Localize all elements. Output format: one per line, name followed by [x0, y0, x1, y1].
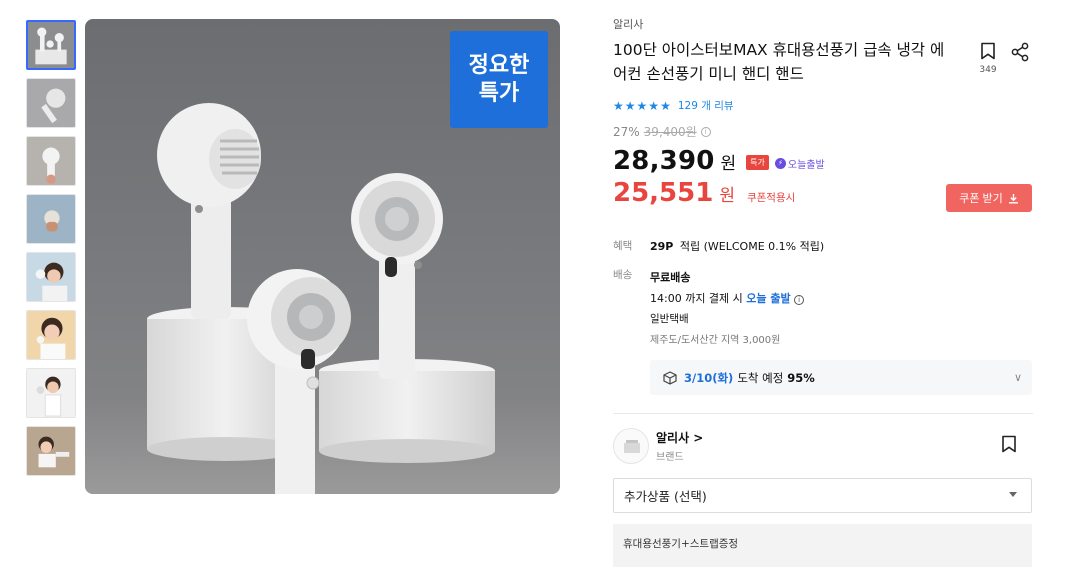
deadline-prefix: 14:00 까지 결제 시: [650, 292, 743, 305]
thumbnail-6[interactable]: [26, 310, 76, 360]
title-row: 100단 아이스터보MAX 휴대용선풍기 급속 냉각 에어컨 손선풍기 미니 핸…: [613, 38, 1033, 86]
bookmark-icon: [1002, 435, 1016, 453]
get-coupon-label: 쿠폰 받기: [959, 193, 1003, 205]
star-icon: ★: [636, 98, 648, 113]
promo-badge: 정요한 특가: [450, 31, 548, 128]
thumbnail-2[interactable]: [26, 78, 76, 128]
benefit-text: 적립 (WELCOME 0.1% 적립): [679, 240, 825, 253]
thumbnail-8[interactable]: [26, 426, 76, 476]
wishlist-count: 349: [979, 65, 997, 75]
share-icon: [1011, 42, 1029, 62]
benefit-points: 29P: [650, 240, 674, 253]
get-coupon-button[interactable]: 쿠폰 받기: [946, 184, 1032, 212]
delivery-row: 배송 무료배송 14:00 까지 결제 시 오늘 출발 i 일반택배 제주도/도…: [613, 267, 805, 351]
delivery-extra-fee: 제주도/도서산간 지역 3,000원: [650, 335, 781, 346]
thumbnail-3[interactable]: [26, 136, 76, 186]
delivery-method: 일반택배: [650, 313, 689, 325]
wishlist-button[interactable]: 349: [977, 42, 999, 75]
star-icon: ★: [648, 98, 660, 113]
coupon-price: 25,551: [613, 178, 714, 208]
seller-row[interactable]: 알리사 > 브랜드: [613, 426, 1033, 466]
option-item[interactable]: 휴대용선풍기+스트랩증정: [613, 524, 1032, 567]
seller-logo: [613, 428, 649, 464]
share-button[interactable]: [1010, 42, 1030, 66]
download-icon: [1008, 193, 1018, 203]
arrival-percent: 95%: [787, 370, 815, 385]
arrival-date: 3/10(화): [684, 370, 734, 385]
thumbnail-1[interactable]: [26, 20, 76, 70]
add-option-select[interactable]: 추가상품 (선택): [613, 478, 1032, 513]
product-info-panel: 알리사 100단 아이스터보MAX 휴대용선풍기 급속 냉각 에어컨 손선풍기 …: [613, 16, 1033, 567]
add-option-placeholder: 추가상품 (선택): [624, 489, 707, 504]
arrival-estimate[interactable]: 3/10(화) 도착 예정 95% ∨: [650, 360, 1032, 395]
bookmark-icon: [981, 42, 995, 60]
lightning-icon: ⚡: [774, 158, 786, 169]
today-ship-label: 오늘출발: [787, 160, 825, 171]
benefit-row: 혜택 29P 적립 (WELCOME 0.1% 적립): [613, 238, 824, 254]
thumbnail-5[interactable]: [26, 252, 76, 302]
chevron-down-icon: ∨: [1013, 371, 1022, 384]
discount-row: 27% 39,400원 i: [613, 123, 1033, 140]
rating-row[interactable]: ★ ★ ★ ★ ★ 129 개 리뷰: [613, 98, 1033, 113]
divider: [613, 413, 1033, 414]
delivery-details: 무료배송 14:00 까지 결제 시 오늘 출발 i 일반택배 제주도/도서산간…: [650, 267, 805, 351]
star-icon: ★: [660, 98, 671, 113]
info-icon[interactable]: i: [794, 295, 805, 305]
review-count-link[interactable]: 129 개 리뷰: [678, 98, 734, 113]
main-product-image: 정요한 특가: [85, 19, 560, 494]
seller-type: 브랜드: [656, 452, 684, 463]
coupon-price-row: 25,551 원 쿠폰적용시 쿠폰 받기: [613, 178, 1033, 212]
star-icon: ★: [624, 98, 636, 113]
special-deal-badge: 특가: [746, 155, 769, 170]
arrival-text: 도착 예정: [737, 370, 784, 385]
box-icon: [663, 370, 677, 385]
product-title: 100단 아이스터보MAX 휴대용선풍기 급속 냉각 에어컨 손선풍기 미니 핸…: [613, 41, 945, 83]
price-row: 28,390 원 특가 ⚡ 오늘출발: [613, 146, 1033, 176]
promo-badge-line2: 특가: [478, 80, 520, 106]
price-unit: 원: [720, 154, 737, 174]
brand-name[interactable]: 알리사: [613, 16, 1033, 32]
today-ship-badge: ⚡ 오늘출발: [774, 156, 825, 171]
sale-price: 28,390: [613, 146, 715, 176]
benefit-label: 혜택: [613, 240, 633, 252]
seller-name-link[interactable]: 알리사 >: [656, 429, 703, 446]
deadline-highlight: 오늘 출발: [746, 292, 791, 305]
delivery-label: 배송: [613, 269, 633, 281]
coupon-applied-label: 쿠폰적용시: [746, 192, 796, 204]
caret-down-icon: [1009, 492, 1017, 497]
free-shipping: 무료배송: [650, 271, 691, 284]
info-icon[interactable]: i: [700, 126, 711, 137]
coupon-price-unit: 원: [719, 186, 735, 206]
promo-badge-line1: 정요한: [468, 52, 530, 78]
delivery-deadline: 14:00 까지 결제 시 오늘 출발 i: [650, 288, 805, 309]
thumbnail-list: [26, 20, 76, 484]
star-icon: ★: [613, 98, 624, 113]
seller-bookmark-button[interactable]: [1001, 435, 1017, 457]
thumbnail-4[interactable]: [26, 194, 76, 244]
discount-rate: 27%: [613, 124, 640, 139]
thumbnail-7[interactable]: [26, 368, 76, 418]
original-price: 39,400원: [643, 125, 697, 139]
